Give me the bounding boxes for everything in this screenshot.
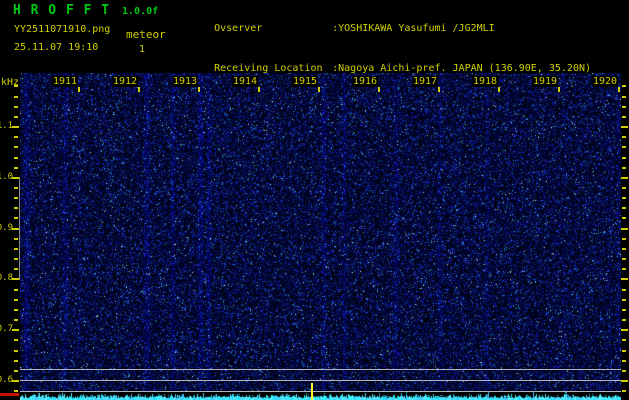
freq-minor-tick	[14, 390, 18, 392]
info-row-observer: Ovserver :YOSHIKAWA Yasufumi /JG2MLI	[178, 8, 591, 49]
signal-level-strip-canvas	[20, 392, 621, 400]
freq-major-tick	[12, 228, 19, 230]
right-minor-tick	[622, 309, 626, 311]
right-minor-tick	[622, 136, 626, 138]
time-tick-label: 1914	[231, 76, 259, 87]
time-tick	[78, 87, 80, 92]
info-label: Ovserver	[214, 22, 263, 34]
freq-minor-tick	[14, 289, 18, 291]
reference-grid-line	[20, 369, 621, 370]
right-minor-tick	[622, 146, 626, 148]
time-tick-label: 1911	[51, 76, 79, 87]
freq-minor-tick	[14, 146, 18, 148]
right-major-tick	[621, 329, 628, 331]
time-tick-label: 1913	[171, 76, 199, 87]
freq-minor-tick	[14, 96, 18, 98]
right-minor-tick	[622, 319, 626, 321]
time-tick	[258, 87, 260, 92]
right-minor-tick	[622, 96, 626, 98]
time-tick-label: 1918	[471, 76, 499, 87]
right-minor-tick	[622, 157, 626, 159]
freq-minor-tick	[14, 268, 18, 270]
hrofft-output-image: H R O F F T 1.0.0f YY2511071910.png mete…	[0, 0, 629, 400]
freq-minor-tick	[14, 116, 18, 118]
time-tick	[618, 87, 620, 92]
time-tick-label: 1916	[351, 76, 379, 87]
right-minor-tick	[622, 370, 626, 372]
filename-label: YY2511071910.png	[14, 24, 111, 35]
freq-minor-tick	[14, 360, 18, 362]
right-minor-tick	[622, 85, 626, 87]
freq-minor-tick	[14, 197, 18, 199]
right-major-tick	[621, 228, 628, 230]
freq-minor-tick	[14, 258, 18, 260]
freq-minor-tick	[14, 309, 18, 311]
red-calibration-bar	[0, 393, 19, 396]
time-tick	[198, 87, 200, 92]
channel-number-label: 1	[139, 44, 146, 55]
right-major-tick	[621, 126, 628, 128]
freq-minor-tick	[14, 370, 18, 372]
right-minor-tick	[622, 217, 626, 219]
time-tick	[378, 87, 380, 92]
right-major-tick	[621, 177, 628, 179]
freq-major-tick	[12, 177, 19, 179]
right-minor-tick	[622, 197, 626, 199]
freq-minor-tick	[14, 167, 18, 169]
right-major-tick	[621, 380, 628, 382]
freq-major-tick	[12, 126, 19, 128]
right-minor-tick	[622, 350, 626, 352]
detection-marker	[311, 383, 313, 400]
right-minor-tick	[622, 106, 626, 108]
time-tick	[498, 87, 500, 92]
spectrogram-canvas	[20, 73, 621, 392]
freq-minor-tick	[14, 136, 18, 138]
info-value: :YOSHIKAWA Yasufumi /JG2MLI	[332, 22, 495, 34]
right-minor-tick	[622, 187, 626, 189]
time-tick	[138, 87, 140, 92]
time-tick	[318, 87, 320, 92]
time-tick-label: 1920	[591, 76, 619, 87]
db-scale-bar	[19, 177, 20, 280]
freq-minor-tick	[14, 299, 18, 301]
freq-minor-tick	[14, 350, 18, 352]
right-minor-tick	[622, 116, 626, 118]
reference-grid-line	[20, 380, 621, 381]
freq-minor-tick	[14, 207, 18, 209]
freq-minor-tick	[14, 106, 18, 108]
time-tick-label: 1919	[531, 76, 559, 87]
freq-major-tick	[12, 278, 19, 280]
time-tick	[438, 87, 440, 92]
right-minor-tick	[622, 207, 626, 209]
time-tick-label: 1915	[291, 76, 319, 87]
right-minor-tick	[622, 299, 626, 301]
right-minor-tick	[622, 360, 626, 362]
mode-label: meteor	[126, 28, 166, 41]
right-minor-tick	[622, 258, 626, 260]
app-title: H R O F F T	[13, 3, 111, 18]
freq-major-tick	[12, 329, 19, 331]
right-minor-tick	[622, 248, 626, 250]
freq-minor-tick	[14, 339, 18, 341]
freq-minor-tick	[14, 238, 18, 240]
freq-minor-tick	[14, 217, 18, 219]
freq-minor-tick	[14, 319, 18, 321]
time-tick-label: 1917	[411, 76, 439, 87]
right-minor-tick	[622, 238, 626, 240]
time-tick	[558, 87, 560, 92]
right-minor-tick	[622, 167, 626, 169]
freq-minor-tick	[14, 248, 18, 250]
time-tick-label: 1912	[111, 76, 139, 87]
right-minor-tick	[622, 339, 626, 341]
datetime-label: 25.11.07 19:10	[14, 42, 99, 53]
right-minor-tick	[622, 289, 626, 291]
freq-major-tick	[12, 380, 19, 382]
freq-minor-tick	[14, 187, 18, 189]
right-minor-tick	[622, 268, 626, 270]
freq-minor-tick	[14, 85, 18, 87]
right-major-tick	[621, 278, 628, 280]
freq-minor-tick	[14, 157, 18, 159]
version-label: 1.0.0f	[122, 6, 159, 17]
right-minor-tick	[622, 390, 626, 392]
